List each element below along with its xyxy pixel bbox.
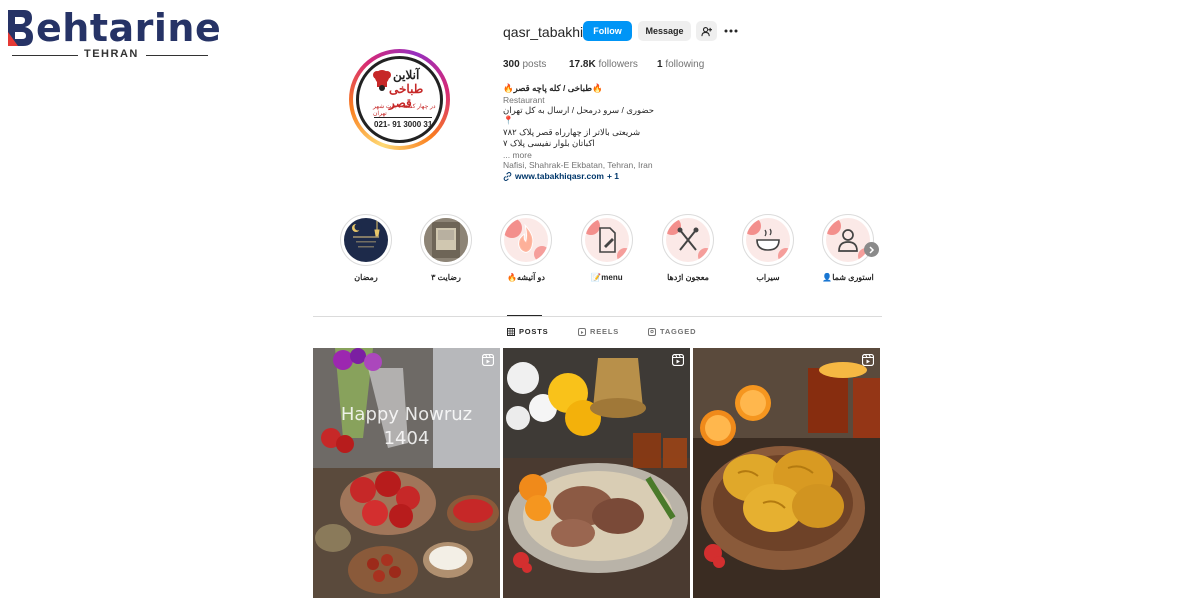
bio-more-link[interactable]: ... more [503,150,532,160]
active-tab-indicator [507,315,542,316]
message-button[interactable]: Message [638,21,691,41]
highlight-label: 🔥دو آتیشه [507,273,545,282]
avatar-text-online: آنلاین [393,68,420,82]
stat-followers[interactable]: 17.8K followers [569,59,638,70]
bio-name: 🔥طباخی / کله پاچه قصر🔥 [503,83,603,93]
post-tile[interactable]: Happy Nowruz 1404 [313,348,500,598]
chevron-right-icon [869,245,875,254]
reel-icon [672,354,684,366]
brand-wordmark: ehtarine [36,6,222,50]
link-icon [503,171,512,181]
watermark-logo: ehtarine TEHRAN [8,6,222,62]
more-dots-icon [724,29,738,33]
highlight-label: 👤استوری شما [822,273,874,282]
highlight-menu[interactable]: 📝menu [577,214,637,282]
follow-button[interactable]: Follow [583,21,632,41]
grid-icon [507,327,515,336]
highlight-label: رمضان [354,273,378,282]
meat-platter-image [503,348,690,598]
tagged-icon [648,327,656,336]
tab-posts[interactable]: POSTS [507,327,548,336]
avatar: آنلاین طباخی قصر در چهار کشته / جنت شهر … [356,56,443,143]
post-tile[interactable] [503,348,690,598]
brain-dish-image [693,348,880,598]
bio-website-link[interactable]: www.tabakhiqasr.com + 1 [503,171,619,181]
reels-icon [578,327,586,336]
highlights-next-button[interactable] [864,242,879,257]
profile-username: qasr_tabakhi [503,24,584,40]
highlight-ramadan[interactable]: رمضان [336,214,396,282]
highlight-label: سیراب [756,273,780,282]
bio-location[interactable]: Nafisi, Shahrak-E Ekbatan, Tehran, Iran [503,160,653,170]
brand-city: TEHRAN [84,48,139,60]
nowruz-table-image [313,348,500,598]
bowl-icon [746,218,790,262]
tab-tagged[interactable]: TAGGED [648,327,696,336]
reel-icon [862,354,874,366]
avatar-text-address: در چهار کشته / جنت شهر تهران [373,104,436,117]
brand-b-icon [8,10,33,46]
profile-avatar-story-ring[interactable]: آنلاین طباخی قصر در چهار کشته / جنت شهر … [349,49,450,150]
avatar-phone: 021- 91 3000 31 [374,117,433,129]
post-overlay-year: 1404 [383,428,430,449]
post-tile[interactable] [693,348,880,598]
website-url[interactable]: www.tabakhiqasr.com [515,171,604,181]
moon-lantern-icon [352,220,380,248]
menu-document-icon [585,218,629,262]
fire-icon [504,218,548,262]
person-icon [826,218,870,262]
reel-icon [482,354,494,366]
bio-line-service: حضوری / سرو درمحل / ارسال به کل تهران [503,105,655,115]
highlight-sirab[interactable]: سیراب [738,214,798,282]
highlight-label: معجون اژدها [667,273,709,282]
tab-reels[interactable]: REELS [578,327,619,336]
bio-line-address-1: شریعتی بالاتر از چهارراه قصر پلاک ۷۸۲ [503,127,641,137]
photo-icon [424,218,468,262]
website-extra-count[interactable]: + 1 [607,171,619,181]
person-add-icon [701,26,712,36]
highlight-label: 📝menu [591,273,623,282]
utensils-icon [666,218,710,262]
highlight-satisfaction[interactable]: رضایت ۳ [416,214,476,282]
stat-posts: 300 posts [503,59,547,70]
bio-category: Restaurant [503,95,545,105]
highlight-fire[interactable]: 🔥دو آتیشه [496,214,556,282]
stat-following[interactable]: 1 following [657,59,704,70]
more-options-button[interactable] [722,22,740,40]
post-overlay-title: Happy Nowruz [340,404,473,425]
highlight-dragon-potion[interactable]: معجون اژدها [658,214,718,282]
highlight-label: رضایت ۳ [431,273,461,282]
suggest-accounts-button[interactable] [696,21,717,41]
tabs-divider [313,316,882,317]
bio-pin-emoji: 📍 [503,115,514,125]
bio-line-address-2: اکباتان بلوار نفیسی پلاک ۷ [503,138,595,148]
